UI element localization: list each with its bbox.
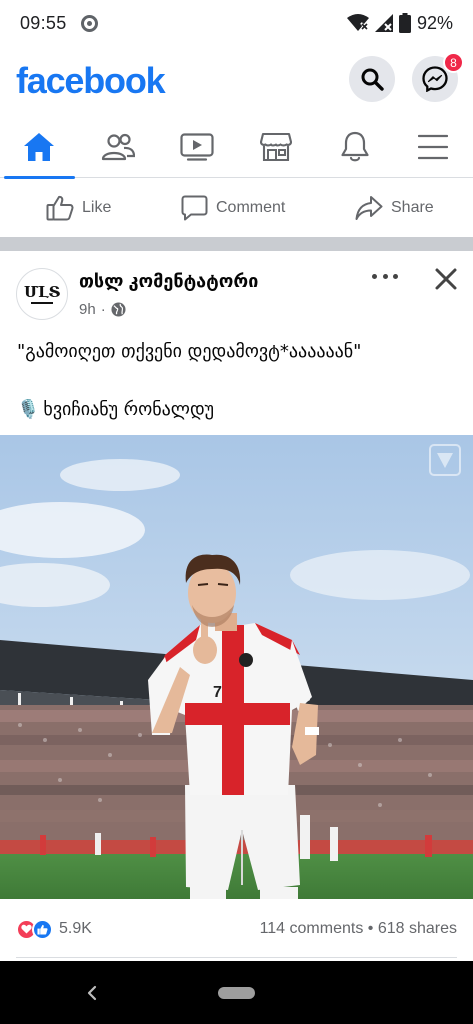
post-text-line-2-row: 🎙️ ხვიჩიანუ რონალდუ <box>17 397 457 423</box>
store-icon <box>259 132 292 162</box>
tab-watch[interactable] <box>158 116 237 178</box>
chrome-icon <box>80 14 98 32</box>
like-label: Like <box>82 199 112 216</box>
dot-icon <box>382 273 388 279</box>
action-bar: Like Comment Share <box>0 179 473 237</box>
tab-notifications[interactable] <box>315 116 394 178</box>
like-reaction-icon <box>32 918 53 940</box>
messenger-button[interactable]: 8 <box>412 52 464 102</box>
search-button[interactable] <box>349 56 395 102</box>
reactions-count[interactable]: 5.9K <box>59 920 92 938</box>
facebook-logo[interactable]: facebook <box>16 60 166 102</box>
search-icon <box>361 68 384 91</box>
svg-text:7: 7 <box>213 684 222 701</box>
post-header: ՄԼՏ თსლ კომენტატორი 9h · <box>0 251 473 329</box>
share-button[interactable]: Share <box>355 195 434 221</box>
video-icon <box>180 133 214 161</box>
tab-marketplace[interactable] <box>236 116 315 178</box>
globe-icon <box>111 302 126 317</box>
home-gesture-pill[interactable] <box>218 987 255 999</box>
share-label: Share <box>391 199 434 216</box>
post-time[interactable]: 9h <box>79 301 96 318</box>
footballer-photo: 7 <box>0 435 473 899</box>
tab-home[interactable] <box>0 116 79 179</box>
close-icon[interactable] <box>433 266 459 292</box>
thumbs-up-icon <box>46 195 74 221</box>
friends-icon <box>102 133 136 161</box>
shares-count[interactable]: 618 shares <box>378 920 457 937</box>
post-text-line-1: "გამოიღეთ თქვენი დედამოვტ*აააააან" <box>17 341 362 362</box>
reaction-icons[interactable] <box>16 918 53 940</box>
avatar-mark: ՄԼՏ <box>23 282 61 301</box>
wifi-icon <box>346 14 369 31</box>
page-avatar[interactable]: ՄԼՏ <box>16 268 68 320</box>
status-time: 09:55 <box>20 12 67 33</box>
messenger-icon <box>422 66 448 92</box>
meta-separator: · <box>100 301 106 318</box>
post-meta: 9h · <box>79 301 126 318</box>
comment-icon <box>181 195 208 221</box>
status-bar: 09:55 92% <box>0 0 473 46</box>
battery-percent: 92% <box>416 12 453 33</box>
share-icon <box>355 196 383 220</box>
like-button[interactable]: Like <box>46 195 111 221</box>
tab-friends[interactable] <box>79 116 158 178</box>
hamburger-icon <box>418 134 449 160</box>
comment-label: Comment <box>216 199 286 216</box>
engagement-stats: 114 comments • 618 shares <box>260 920 457 938</box>
post-text-line-2: ხვიჩიანუ რონალდუ <box>43 399 215 420</box>
avatar-underline <box>31 301 53 304</box>
comments-count[interactable]: 114 comments <box>260 920 364 937</box>
signal-icon <box>374 14 393 32</box>
stats-separator: • <box>367 920 374 937</box>
app-header: facebook 8 <box>0 46 473 116</box>
post-photo[interactable]: 7 <box>0 435 473 899</box>
status-icons: 92% <box>346 12 453 34</box>
bell-icon <box>340 131 369 162</box>
back-icon[interactable] <box>84 983 100 1003</box>
microphone-icon: 🎙️ <box>17 399 40 420</box>
system-nav-bar <box>0 961 473 1024</box>
post-divider <box>16 957 457 958</box>
tab-bar <box>0 116 473 179</box>
feed-divider <box>0 237 473 251</box>
dot-icon <box>372 273 377 279</box>
tab-menu[interactable] <box>394 116 473 178</box>
messenger-badge: 8 <box>443 52 464 73</box>
dot-icon <box>393 273 398 279</box>
comment-button[interactable]: Comment <box>181 195 285 221</box>
home-icon <box>24 133 55 161</box>
battery-icon <box>398 13 411 33</box>
reactions-bar: 5.9K 114 comments • 618 shares <box>0 905 473 953</box>
page-name[interactable]: თსლ კომენტატორი <box>79 271 258 292</box>
post-more-button[interactable] <box>372 269 398 283</box>
